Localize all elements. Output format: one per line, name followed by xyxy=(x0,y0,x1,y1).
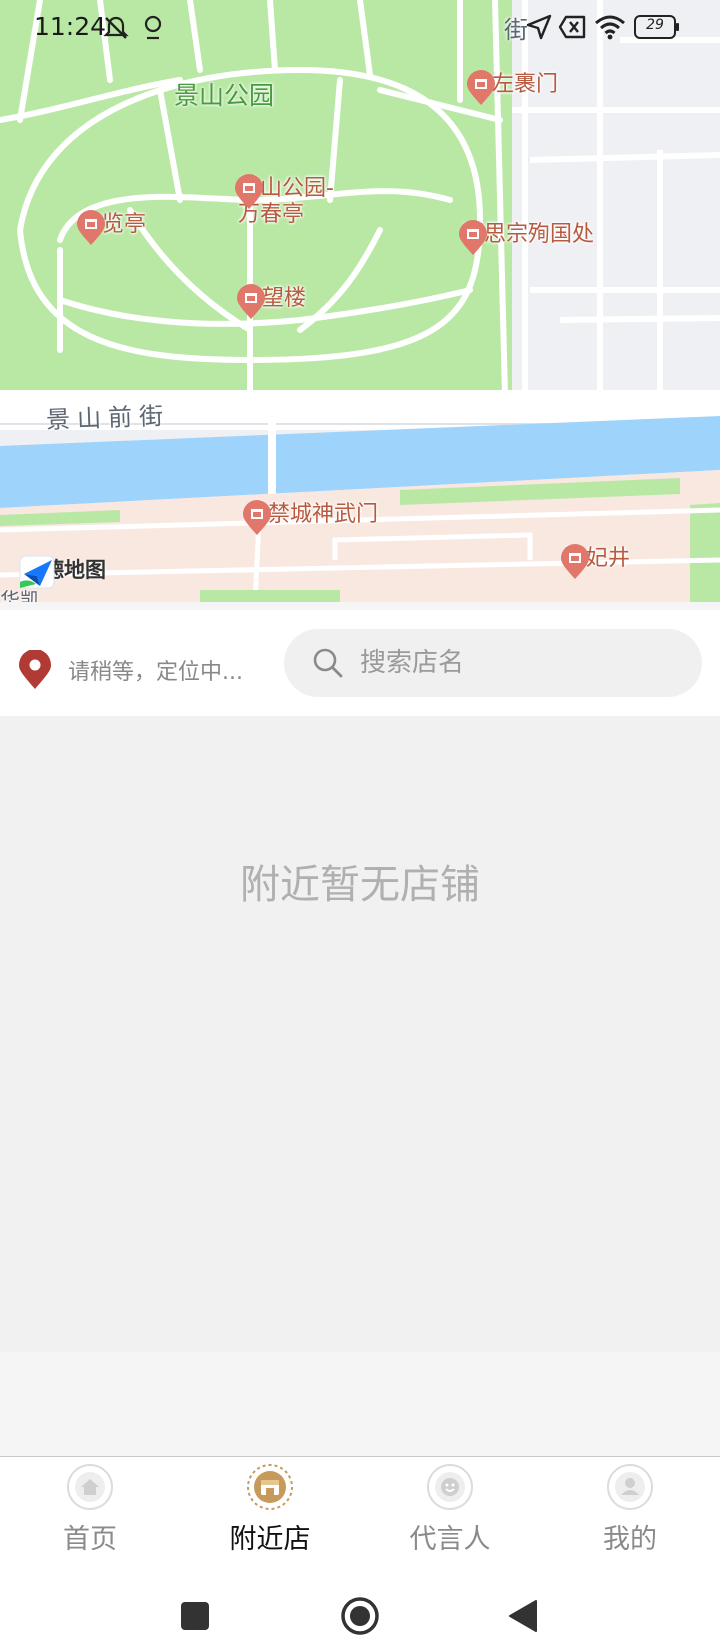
map-view[interactable]: 景山公园 景山前街 街 华凯 山左裹门 景山公园- 万春亭 富览亭 明思宗殉国处… xyxy=(0,0,720,602)
shop-icon xyxy=(247,1464,293,1510)
empty-state-message: 附近暂无店铺 xyxy=(240,862,480,908)
tab-spokesperson-label: 代言人 xyxy=(409,1524,491,1555)
map-poi[interactable]: 景山公园- 万春亭 xyxy=(234,174,334,228)
poi-pin-icon xyxy=(459,220,487,255)
amap-logo: 高德地图 xyxy=(18,554,106,589)
recents-icon[interactable] xyxy=(181,1602,209,1630)
tab-home[interactable]: 首页 xyxy=(0,1457,180,1567)
tab-nearby-shops-label: 附近店 xyxy=(229,1524,311,1555)
shop-list-area: 附近暂无店铺 xyxy=(0,716,720,1352)
battery-icon: 29 xyxy=(634,15,680,39)
street-name-label: 景山前街 xyxy=(45,401,171,435)
wifi-icon xyxy=(595,15,625,40)
battery-level: 29 xyxy=(646,17,664,33)
search-box[interactable] xyxy=(284,629,702,697)
home-circle-icon[interactable] xyxy=(340,1596,380,1636)
poi-pin-icon xyxy=(561,544,589,579)
navigation-arrow-icon xyxy=(526,14,552,40)
poi-pin-icon xyxy=(235,174,263,209)
park-name-label: 景山公园 xyxy=(174,81,275,110)
status-time: 11:24 xyxy=(34,12,107,41)
poi-pin-icon xyxy=(77,210,105,245)
search-row: 请稍等，定位中... xyxy=(0,610,720,716)
map-poi[interactable]: 富览亭 xyxy=(76,210,146,245)
poi-pin-icon xyxy=(237,284,265,319)
map-poi[interactable]: 珍妃井 xyxy=(560,544,630,579)
map-poi[interactable]: 山左裹门 xyxy=(466,70,558,105)
mute-icon xyxy=(103,16,129,39)
tab-spokesperson[interactable]: 代言人 xyxy=(360,1457,540,1567)
map-poi[interactable]: 紫禁城神武门 xyxy=(242,500,378,535)
sim-off-icon xyxy=(558,15,586,39)
tab-mine[interactable]: 我的 xyxy=(540,1457,720,1567)
bottom-tab-bar: 首页 附近店 代言人 我的 xyxy=(0,1456,720,1566)
status-bar: 11:24 29 xyxy=(0,0,720,56)
smile-icon xyxy=(427,1464,473,1510)
location-pin-icon[interactable] xyxy=(18,650,52,690)
amap-logo-icon xyxy=(19,555,55,589)
tab-nearby-shops[interactable]: 附近店 xyxy=(180,1457,360,1567)
map-poi[interactable]: 明思宗殉国处 xyxy=(458,220,594,255)
poi-pin-icon xyxy=(243,500,271,535)
tab-mine-label: 我的 xyxy=(603,1524,657,1555)
search-icon xyxy=(313,648,343,678)
back-icon[interactable] xyxy=(508,1599,538,1633)
poi-pin-icon xyxy=(467,70,495,105)
tab-home-label: 首页 xyxy=(63,1524,117,1555)
user-icon xyxy=(607,1464,653,1510)
search-input[interactable] xyxy=(360,643,680,683)
system-nav-bar xyxy=(0,1566,720,1650)
location-icon xyxy=(144,15,162,40)
home-icon xyxy=(67,1464,113,1510)
location-status-text[interactable]: 请稍等，定位中... xyxy=(68,654,243,686)
map-poi[interactable]: 绮望楼 xyxy=(236,284,306,319)
